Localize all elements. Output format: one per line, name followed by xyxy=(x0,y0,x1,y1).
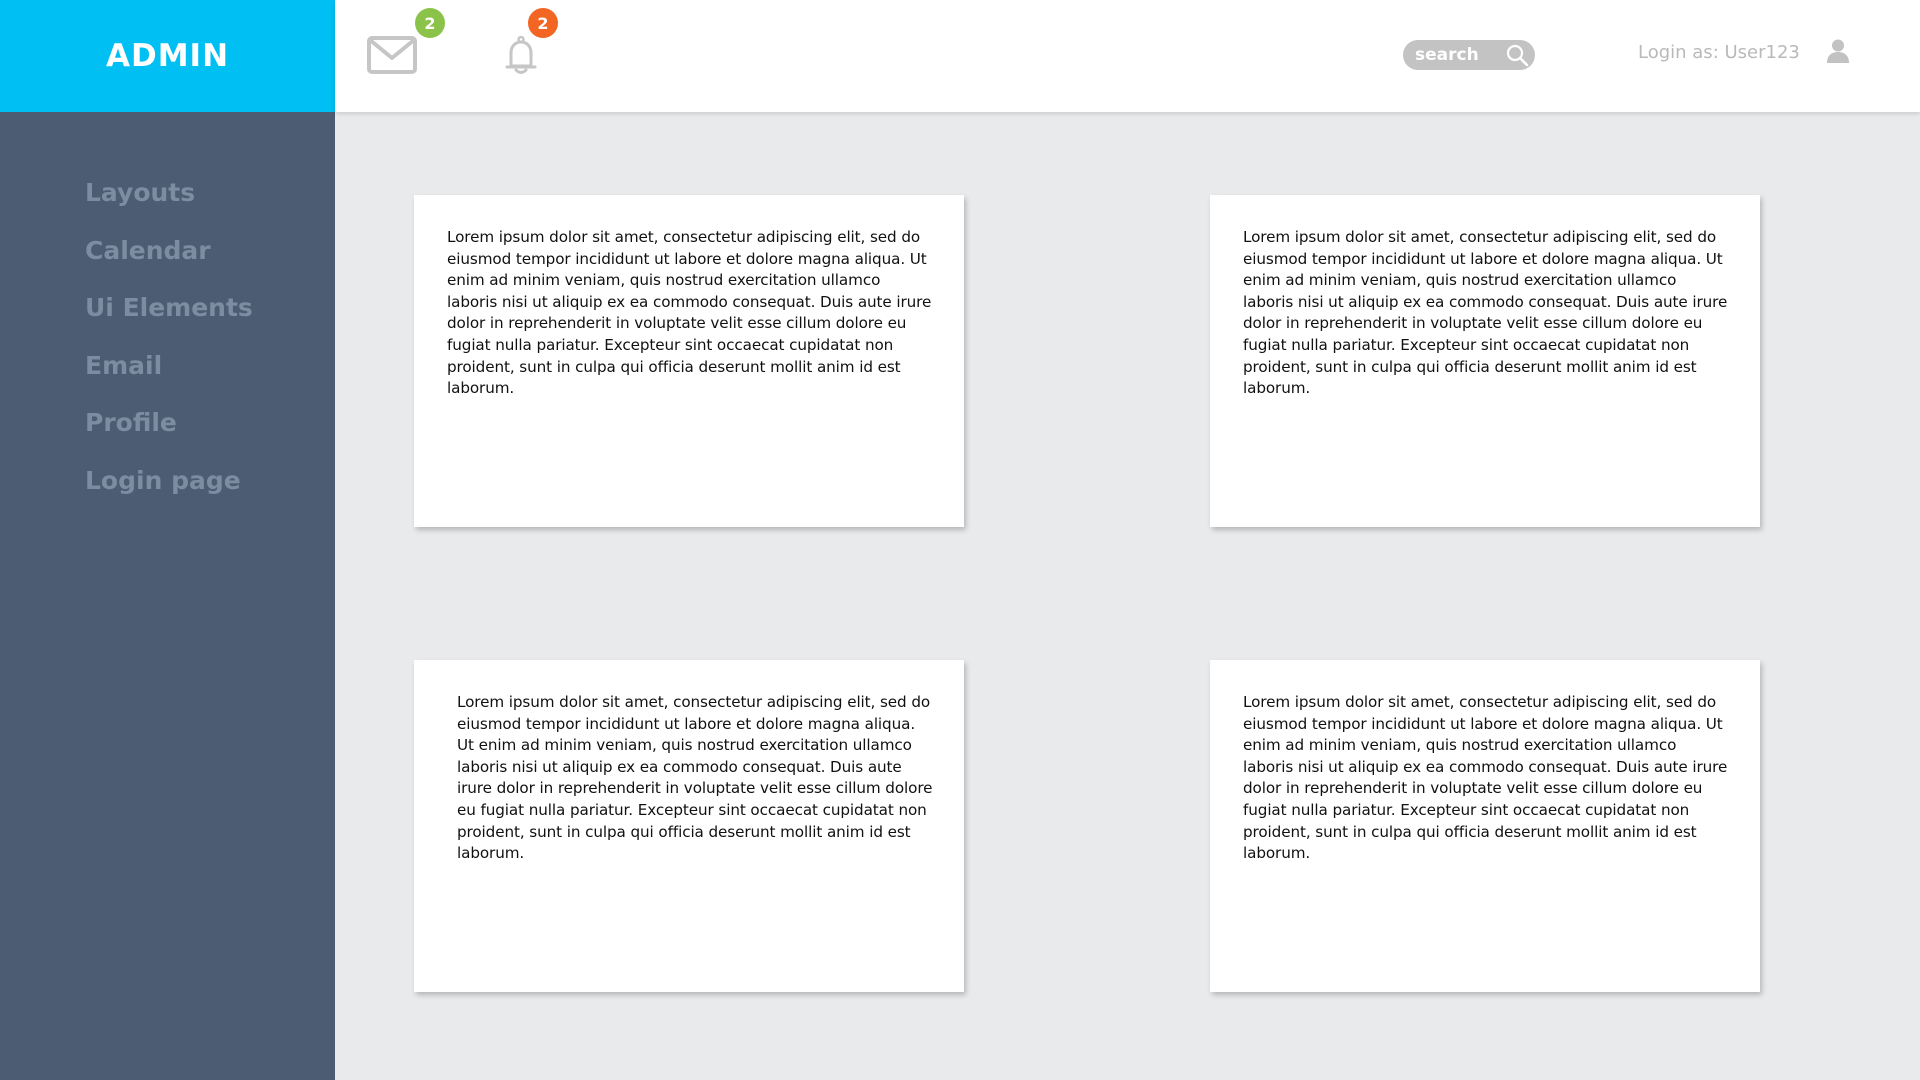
search-box xyxy=(1403,40,1535,70)
brand-logo[interactable]: ADMIN xyxy=(0,0,335,112)
notification-count-badge[interactable]: 2 xyxy=(528,8,558,38)
bell-icon xyxy=(505,35,537,74)
sidebar-item-profile[interactable]: Profile xyxy=(85,394,253,452)
card-text: Lorem ipsum dolor sit amet, consectetur … xyxy=(447,228,932,398)
notifications-button[interactable] xyxy=(503,35,539,76)
brand-title: ADMIN xyxy=(105,38,230,74)
content-card: Lorem ipsum dolor sit amet, consectetur … xyxy=(1210,195,1760,527)
content-card: Lorem ipsum dolor sit amet, consectetur … xyxy=(1210,660,1760,992)
mail-count-badge[interactable]: 2 xyxy=(415,8,445,38)
sidebar-item-email[interactable]: Email xyxy=(85,337,253,395)
content-card: Lorem ipsum dolor sit amet, consectetur … xyxy=(414,660,964,992)
login-status: Login as: User123 xyxy=(1638,42,1800,63)
top-header: 2 2 Login as: User123 xyxy=(335,0,1920,112)
user-icon[interactable] xyxy=(1825,38,1851,64)
card-text: Lorem ipsum dolor sit amet, consectetur … xyxy=(457,693,933,863)
card-text: Lorem ipsum dolor sit amet, consectetur … xyxy=(1243,228,1728,398)
sidebar-item-ui-elements[interactable]: Ui Elements xyxy=(85,279,253,337)
sidebar-nav: Layouts Calendar Ui Elements Email Profi… xyxy=(85,164,253,510)
sidebar-item-login-page[interactable]: Login page xyxy=(85,452,253,510)
mail-button[interactable] xyxy=(367,36,417,74)
search-icon[interactable] xyxy=(1505,43,1529,67)
mail-icon xyxy=(367,36,417,74)
sidebar-item-calendar[interactable]: Calendar xyxy=(85,222,253,280)
content-card: Lorem ipsum dolor sit amet, consectetur … xyxy=(414,195,964,527)
card-text: Lorem ipsum dolor sit amet, consectetur … xyxy=(1243,693,1728,863)
sidebar-item-layouts[interactable]: Layouts xyxy=(85,164,253,222)
sidebar: Layouts Calendar Ui Elements Email Profi… xyxy=(0,112,335,1080)
search-input[interactable] xyxy=(1415,42,1501,68)
